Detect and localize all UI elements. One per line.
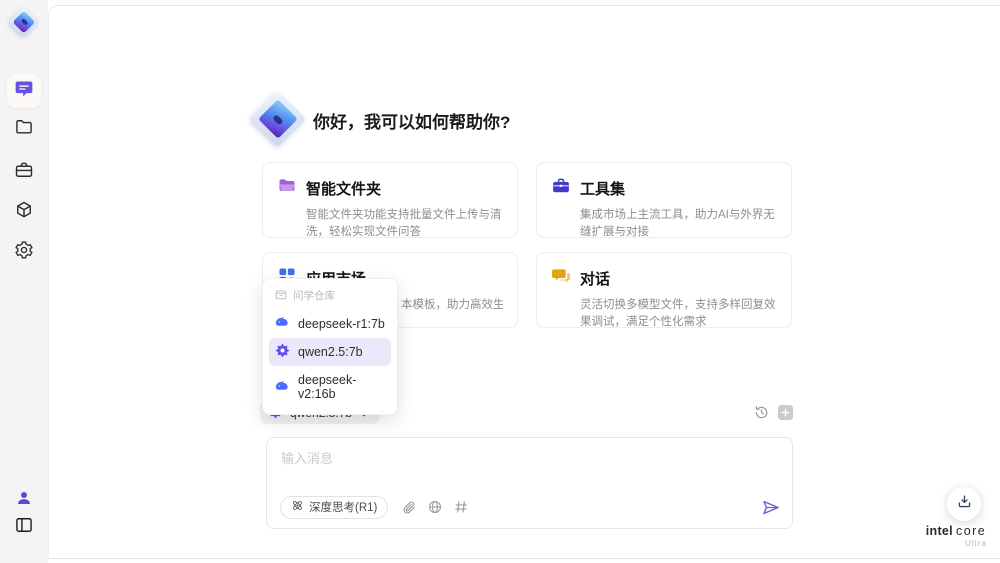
card-title: 工具集 xyxy=(580,181,626,198)
deep-think-label: 深度思考(R1) xyxy=(309,502,378,514)
new-chat-button[interactable] xyxy=(778,405,793,420)
card-desc: 智能文件夹功能支持批量文件上传与清洗，轻松实现文件问答 xyxy=(306,209,502,238)
prompt-library-button[interactable] xyxy=(454,500,468,514)
atom-icon xyxy=(291,499,304,515)
intel-brand-text: intel xyxy=(925,524,953,538)
card-dialogue[interactable]: 对话 灵活切换多模型文件，支持多样回复效果调试，满足个性化需求 xyxy=(536,252,792,328)
briefcase-icon xyxy=(14,160,34,185)
model-option-deepseek-v2[interactable]: deepseek-v2:16b xyxy=(269,368,391,406)
gear-icon xyxy=(14,240,34,265)
user-icon xyxy=(15,489,33,512)
model-option-label: deepseek-v2:16b xyxy=(298,373,357,401)
sidebar xyxy=(0,0,48,563)
attachment-button[interactable] xyxy=(402,500,416,514)
card-desc: 集成市场上主流工具，助力AI与外界无缝扩展与对接 xyxy=(580,209,775,238)
sidebar-item-settings[interactable] xyxy=(14,240,34,265)
send-button[interactable] xyxy=(762,499,780,516)
smart-folder-icon xyxy=(277,176,297,201)
model-option-deepseek-r1[interactable]: deepseek-r1:7b xyxy=(269,311,391,336)
sidebar-item-folders[interactable] xyxy=(14,119,34,139)
model-option-label: qwen2.5:7b xyxy=(298,345,363,359)
card-smart-folder[interactable]: 智能文件夹 智能文件夹功能支持批量文件上传与清洗，轻松实现文件问答 xyxy=(262,162,518,238)
assistant-logo-icon xyxy=(249,90,307,148)
message-input[interactable] xyxy=(281,448,771,486)
sidebar-item-toolbox[interactable] xyxy=(14,162,34,182)
composer-toolbar: 深度思考(R1) xyxy=(280,495,780,519)
card-desc: 灵活切换多模型文件，支持多样回复效果调试，满足个性化需求 xyxy=(580,299,776,328)
sidebar-item-account[interactable] xyxy=(14,490,34,510)
app-logo-icon xyxy=(8,6,40,38)
repository-icon xyxy=(275,288,287,303)
intel-core-badge: intel core Ultra xyxy=(925,524,987,548)
panel-toggle-icon xyxy=(14,515,34,540)
model-option-label: deepseek-r1:7b xyxy=(298,316,385,331)
app-window: 你好，我可以如何帮助你? 智能文件夹 智能文件夹功能支持批量文件上传与清洗，轻松… xyxy=(0,0,1000,563)
dialogue-icon xyxy=(551,266,571,291)
qwen-icon xyxy=(275,343,290,361)
sidebar-collapse-button[interactable] xyxy=(14,517,34,537)
deepseek-icon xyxy=(275,380,290,395)
intel-sub-text: Ultra xyxy=(965,539,987,548)
download-icon xyxy=(957,494,972,514)
history-button[interactable] xyxy=(754,405,769,420)
folder-icon xyxy=(14,117,34,142)
model-dropdown-header-label: 问学仓库 xyxy=(293,290,335,302)
chat-bubble-icon xyxy=(14,79,34,104)
toolset-icon xyxy=(551,176,571,201)
message-composer: 深度思考(R1) xyxy=(266,437,793,529)
deep-think-toggle[interactable]: 深度思考(R1) xyxy=(280,495,389,519)
sidebar-item-models[interactable] xyxy=(14,200,34,225)
card-title: 对话 xyxy=(580,271,611,288)
sidebar-item-chat[interactable] xyxy=(7,74,41,108)
greeting-title: 你好，我可以如何帮助你? xyxy=(313,113,511,132)
card-title: 智能文件夹 xyxy=(306,181,382,198)
web-search-button[interactable] xyxy=(428,500,442,514)
download-models-button[interactable] xyxy=(947,487,981,521)
cube-icon xyxy=(14,200,34,225)
deepseek-icon xyxy=(275,316,290,331)
card-toolset[interactable]: 工具集 集成市场上主流工具，助力AI与外界无缝扩展与对接 xyxy=(536,162,792,238)
model-dropdown: 问学仓库 deepseek-r1:7b qwen2.5:7b deepseek-… xyxy=(262,278,398,415)
intel-product-text: core xyxy=(955,524,987,538)
model-dropdown-header: 问学仓库 xyxy=(269,286,391,309)
model-option-qwen[interactable]: qwen2.5:7b xyxy=(269,338,391,366)
